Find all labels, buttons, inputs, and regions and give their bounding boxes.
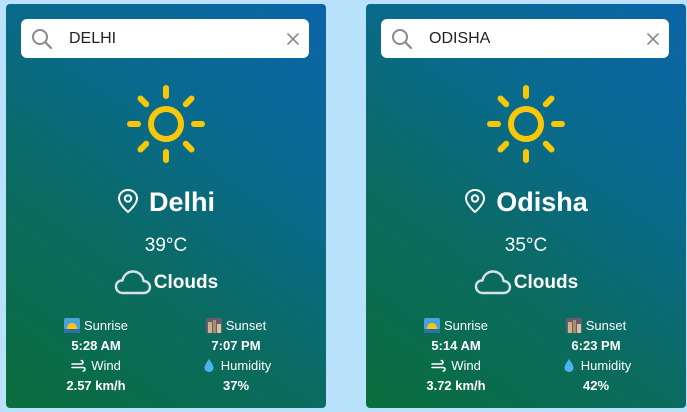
search-bar xyxy=(21,19,309,58)
close-icon[interactable] xyxy=(645,31,661,47)
temperature: 39°C xyxy=(144,235,188,256)
location-pin-icon xyxy=(117,188,138,214)
condition-label: Clouds xyxy=(153,272,219,293)
wind-stat: Wind 2.57 km/h xyxy=(31,357,161,395)
humidity-stat: Humidity 37% xyxy=(171,357,301,395)
sun-icon xyxy=(127,85,205,163)
wind-icon xyxy=(431,359,446,372)
sunrise-icon xyxy=(63,318,80,333)
wind-stat: Wind 3.72 km/h xyxy=(391,357,521,395)
humidity-value: 42% xyxy=(582,378,610,393)
wind-value: 3.72 km/h xyxy=(426,378,486,393)
wind-label: Wind xyxy=(91,358,121,373)
city-heading: Odisha xyxy=(366,182,686,222)
sunset-value: 6:23 PM xyxy=(571,338,621,353)
sunset-label: Sunset xyxy=(585,318,627,333)
city-search-input[interactable] xyxy=(429,19,639,58)
cloud-icon xyxy=(474,270,511,295)
city-heading: Delhi xyxy=(6,182,326,222)
sun-icon xyxy=(487,85,565,163)
humidity-label: Humidity xyxy=(220,358,272,373)
city-name: Delhi xyxy=(148,187,215,217)
weather-card: Odisha 35°C Clouds Sunrise 5:14 AM Sunse… xyxy=(366,4,686,408)
sunset-icon xyxy=(205,318,222,333)
sunset-value: 7:07 PM xyxy=(211,338,261,353)
condition-label: Clouds xyxy=(513,272,579,293)
sunset-stat: Sunset 7:07 PM xyxy=(171,317,301,355)
sunrise-label: Sunrise xyxy=(83,318,129,333)
city-name: Odisha xyxy=(496,187,588,217)
condition: Clouds xyxy=(6,266,326,298)
sunset-stat: Sunset 6:23 PM xyxy=(531,317,661,355)
weather-card: Delhi 39°C Clouds Sunrise 5:28 AM Sunset… xyxy=(6,4,326,408)
city-search-input[interactable] xyxy=(69,19,279,58)
sunrise-value: 5:14 AM xyxy=(431,338,481,353)
wind-value: 2.57 km/h xyxy=(66,378,126,393)
sunset-icon xyxy=(565,318,582,333)
humidity-label: Humidity xyxy=(580,358,632,373)
sunrise-value: 5:28 AM xyxy=(71,338,121,353)
temperature: 35°C xyxy=(504,235,548,256)
sunset-label: Sunset xyxy=(225,318,267,333)
search-icon[interactable] xyxy=(390,27,414,51)
wind-icon xyxy=(71,359,86,372)
search-icon[interactable] xyxy=(30,27,54,51)
droplet-icon xyxy=(564,359,574,372)
location-pin-icon xyxy=(465,188,486,214)
sunrise-stat: Sunrise 5:14 AM xyxy=(391,317,521,355)
condition: Clouds xyxy=(366,266,686,298)
humidity-value: 37% xyxy=(222,378,250,393)
sunrise-label: Sunrise xyxy=(443,318,489,333)
sunrise-stat: Sunrise 5:28 AM xyxy=(31,317,161,355)
sunrise-icon xyxy=(423,318,440,333)
search-bar xyxy=(381,19,669,58)
close-icon[interactable] xyxy=(285,31,301,47)
wind-label: Wind xyxy=(451,358,481,373)
cloud-icon xyxy=(114,270,151,295)
humidity-stat: Humidity 42% xyxy=(531,357,661,395)
droplet-icon xyxy=(204,359,214,372)
